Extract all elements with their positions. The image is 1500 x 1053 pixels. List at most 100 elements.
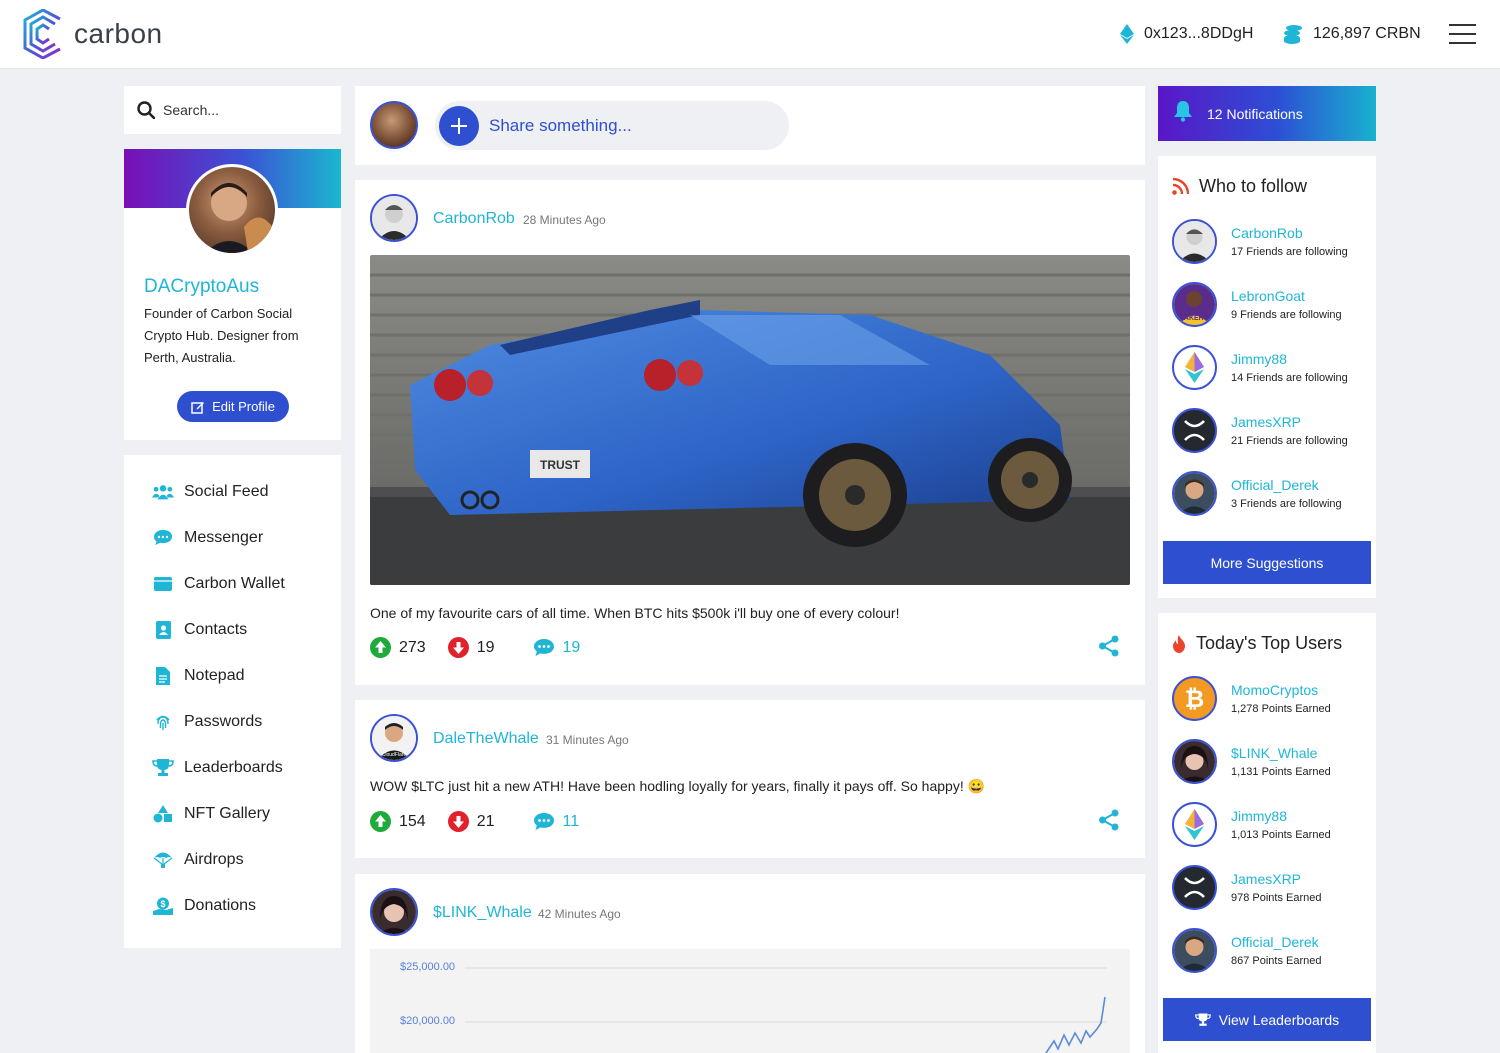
user-stat: 978 Points Earned <box>1231 892 1322 904</box>
downvote-button[interactable]: 19 <box>447 637 495 658</box>
post-author[interactable]: DaleTheWhale <box>433 730 539 748</box>
menu-item-donations[interactable]: $ Donations <box>152 897 256 915</box>
upvote-button[interactable]: 273 <box>370 637 426 658</box>
hamburger-line <box>1449 24 1476 26</box>
user-name[interactable]: LebronGoat <box>1231 288 1342 304</box>
post-reactions: 273 19 19 <box>370 637 602 658</box>
post-avatar[interactable] <box>370 888 418 936</box>
notifications-button[interactable]: 12 Notifications <box>1158 86 1376 141</box>
upvote-button[interactable]: 154 <box>370 811 426 832</box>
xrp-icon <box>1184 877 1205 898</box>
downvote-button[interactable]: 21 <box>447 811 495 832</box>
comment-count: 19 <box>562 638 581 656</box>
edit-profile-button[interactable]: Edit Profile <box>177 391 289 422</box>
carbon-logo[interactable]: carbon <box>22 9 163 59</box>
menu-item-leaderboards[interactable]: Leaderboards <box>152 759 283 777</box>
top-user[interactable]: $LINK_Whale 1,131 Points Earned <box>1172 739 1331 784</box>
price-chart[interactable]: $25,000.00 $20,000.00 <box>370 949 1130 1053</box>
comment-icon <box>533 638 555 658</box>
user-name[interactable]: Official_Derek <box>1231 934 1322 950</box>
user-avatar <box>1172 408 1217 453</box>
user-avatar <box>1172 865 1217 910</box>
post-avatar[interactable] <box>370 194 418 242</box>
hamburger-line <box>1449 33 1476 35</box>
composer-avatar[interactable] <box>370 101 418 149</box>
comments-button[interactable]: 11 <box>533 812 579 832</box>
menu-item-notepad[interactable]: Notepad <box>152 667 245 685</box>
view-leaderboards-label: View Leaderboards <box>1218 1011 1340 1028</box>
user-stat: 1,278 Points Earned <box>1231 703 1331 715</box>
token-balance-text: 126,897 CRBN <box>1313 25 1421 42</box>
token-balance[interactable]: 126,897 CRBN <box>1283 24 1421 44</box>
user-name[interactable]: JamesXRP <box>1231 871 1322 887</box>
downvote-icon <box>447 811 469 832</box>
search-input[interactable] <box>163 102 323 118</box>
post-composer: Share something... <box>355 86 1145 165</box>
top-user[interactable]: ₿ MomoCryptos 1,278 Points Earned <box>1172 676 1331 721</box>
hamburger-line <box>1449 42 1476 44</box>
share-post-button[interactable] <box>1098 635 1120 662</box>
menu-item-carbon-wallet[interactable]: Carbon Wallet <box>152 575 285 593</box>
top-user[interactable]: Jimmy88 1,013 Points Earned <box>1172 802 1331 847</box>
ethereum-icon <box>1120 24 1134 44</box>
top-user[interactable]: JamesXRP 978 Points Earned <box>1172 865 1322 910</box>
bitcoin-icon: ₿ <box>1185 686 1205 713</box>
suggested-user[interactable]: JamesXRP 21 Friends are following <box>1172 408 1348 453</box>
upvote-icon <box>370 811 391 832</box>
menu-item-nft-gallery[interactable]: NFT Gallery <box>152 805 270 823</box>
menu-label: Carbon Wallet <box>184 575 285 592</box>
profile-avatar[interactable] <box>186 164 278 256</box>
user-avatar: ₿ <box>1172 676 1217 721</box>
who-to-follow-title: Who to follow <box>1172 176 1307 197</box>
user-avatar <box>1172 928 1217 973</box>
fire-icon <box>1172 634 1186 653</box>
post-text: WOW $LTC just hit a new ATH! Have been h… <box>370 778 986 794</box>
menu-item-contacts[interactable]: Contacts <box>152 621 247 639</box>
menu-item-social-feed[interactable]: Social Feed <box>152 483 269 501</box>
more-suggestions-button[interactable]: More Suggestions <box>1163 541 1371 584</box>
post-image-car[interactable]: TRUST <box>370 255 1130 585</box>
user-name[interactable]: JamesXRP <box>1231 414 1348 430</box>
user-name[interactable]: MomoCryptos <box>1231 682 1331 698</box>
menu-item-messenger[interactable]: Messenger <box>152 529 263 547</box>
profile-name[interactable]: DACryptoAus <box>144 276 259 298</box>
post-author[interactable]: CarbonRob <box>433 210 515 228</box>
menu-item-passwords[interactable]: Passwords <box>152 713 262 731</box>
suggested-user[interactable]: CarbonRob 17 Friends are following <box>1172 219 1348 264</box>
top-users-title: Today's Top Users <box>1172 633 1342 654</box>
menu-item-airdrops[interactable]: Airdrops <box>152 851 244 869</box>
user-name[interactable]: Jimmy88 <box>1231 351 1348 367</box>
edit-profile-label: Edit Profile <box>212 399 275 414</box>
suggested-user[interactable]: LAKERS LebronGoat 9 Friends are following <box>1172 282 1342 327</box>
user-name[interactable]: Jimmy88 <box>1231 808 1331 824</box>
wallet-address[interactable]: 0x123...8DDgH <box>1120 24 1253 44</box>
comments-button[interactable]: 19 <box>533 638 581 658</box>
view-leaderboards-button[interactable]: View Leaderboards <box>1163 998 1371 1041</box>
share-post-button[interactable] <box>1098 809 1120 836</box>
post-avatar[interactable]: CloudFlare <box>370 714 418 762</box>
user-name[interactable]: CarbonRob <box>1231 225 1348 241</box>
post-author[interactable]: $LINK_Whale <box>433 904 532 922</box>
menu-label: Leaderboards <box>184 759 283 776</box>
post-time: 42 Minutes Ago <box>538 907 621 921</box>
menu-label: Messenger <box>184 529 264 546</box>
svg-text:₿: ₿ <box>1185 686 1205 713</box>
add-post-button[interactable] <box>439 105 479 146</box>
feed-post: $LINK_Whale 42 Minutes Ago $25,000.00 $2… <box>355 874 1145 1053</box>
suggested-user[interactable]: Official_Derek 3 Friends are following <box>1172 471 1342 516</box>
menu-toggle-button[interactable] <box>1449 24 1476 44</box>
trophy-icon <box>152 759 174 777</box>
menu-label: Notepad <box>184 667 245 684</box>
share-input[interactable]: Share something... <box>435 101 789 150</box>
user-stat: 9 Friends are following <box>1231 309 1342 321</box>
svg-text:CloudFlare: CloudFlare <box>382 752 407 758</box>
top-users-card: Today's Top Users ₿ MomoCryptos 1,278 Poi… <box>1158 613 1376 1053</box>
suggested-user[interactable]: Jimmy88 14 Friends are following <box>1172 345 1348 390</box>
user-name[interactable]: Official_Derek <box>1231 477 1342 493</box>
post-reactions: 154 21 11 <box>370 811 601 832</box>
top-user[interactable]: Official_Derek 867 Points Earned <box>1172 928 1322 973</box>
user-stat: 14 Friends are following <box>1231 372 1348 384</box>
downvote-count: 21 <box>476 812 495 830</box>
contacts-icon <box>152 621 174 639</box>
user-name[interactable]: $LINK_Whale <box>1231 745 1331 761</box>
